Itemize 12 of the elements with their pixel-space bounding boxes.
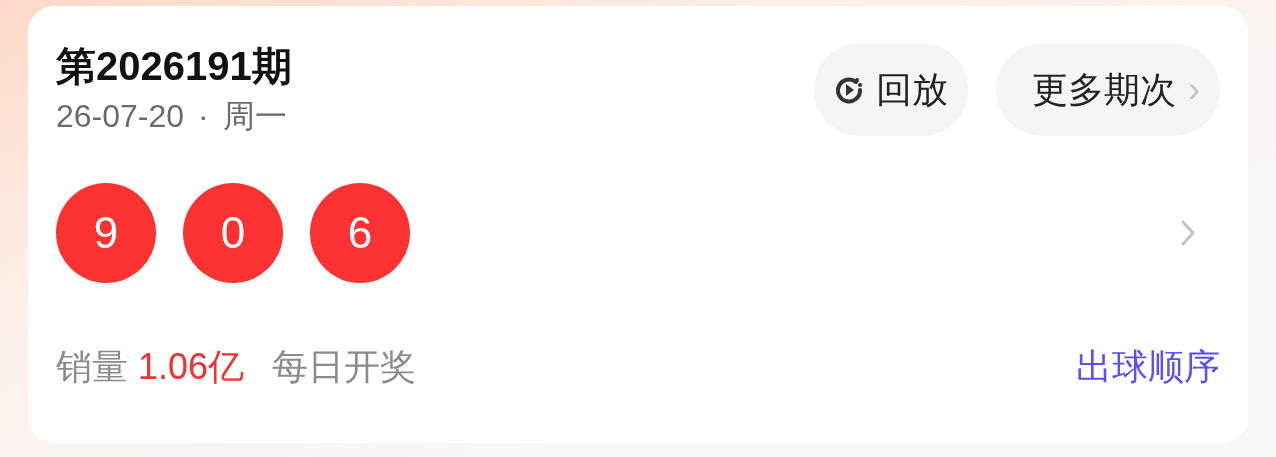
weekday: 周一 [222,97,287,136]
replay-button[interactable]: 回放 [814,43,968,136]
draw-frequency: 每日开奖 [272,345,417,389]
sales-label: 销量 [56,345,128,389]
more-issues-button[interactable]: 更多期次 › [996,43,1220,136]
ball-order-link[interactable]: 出球顺序 [1076,343,1220,391]
sales-value: 1.06亿 [138,345,245,389]
chevron-right-icon[interactable] [1180,219,1196,247]
issue-title: 第2026191期 [56,43,292,90]
replay-icon [834,74,864,105]
separator: · [198,97,209,136]
draw-date: 26-07-20 [56,97,185,136]
